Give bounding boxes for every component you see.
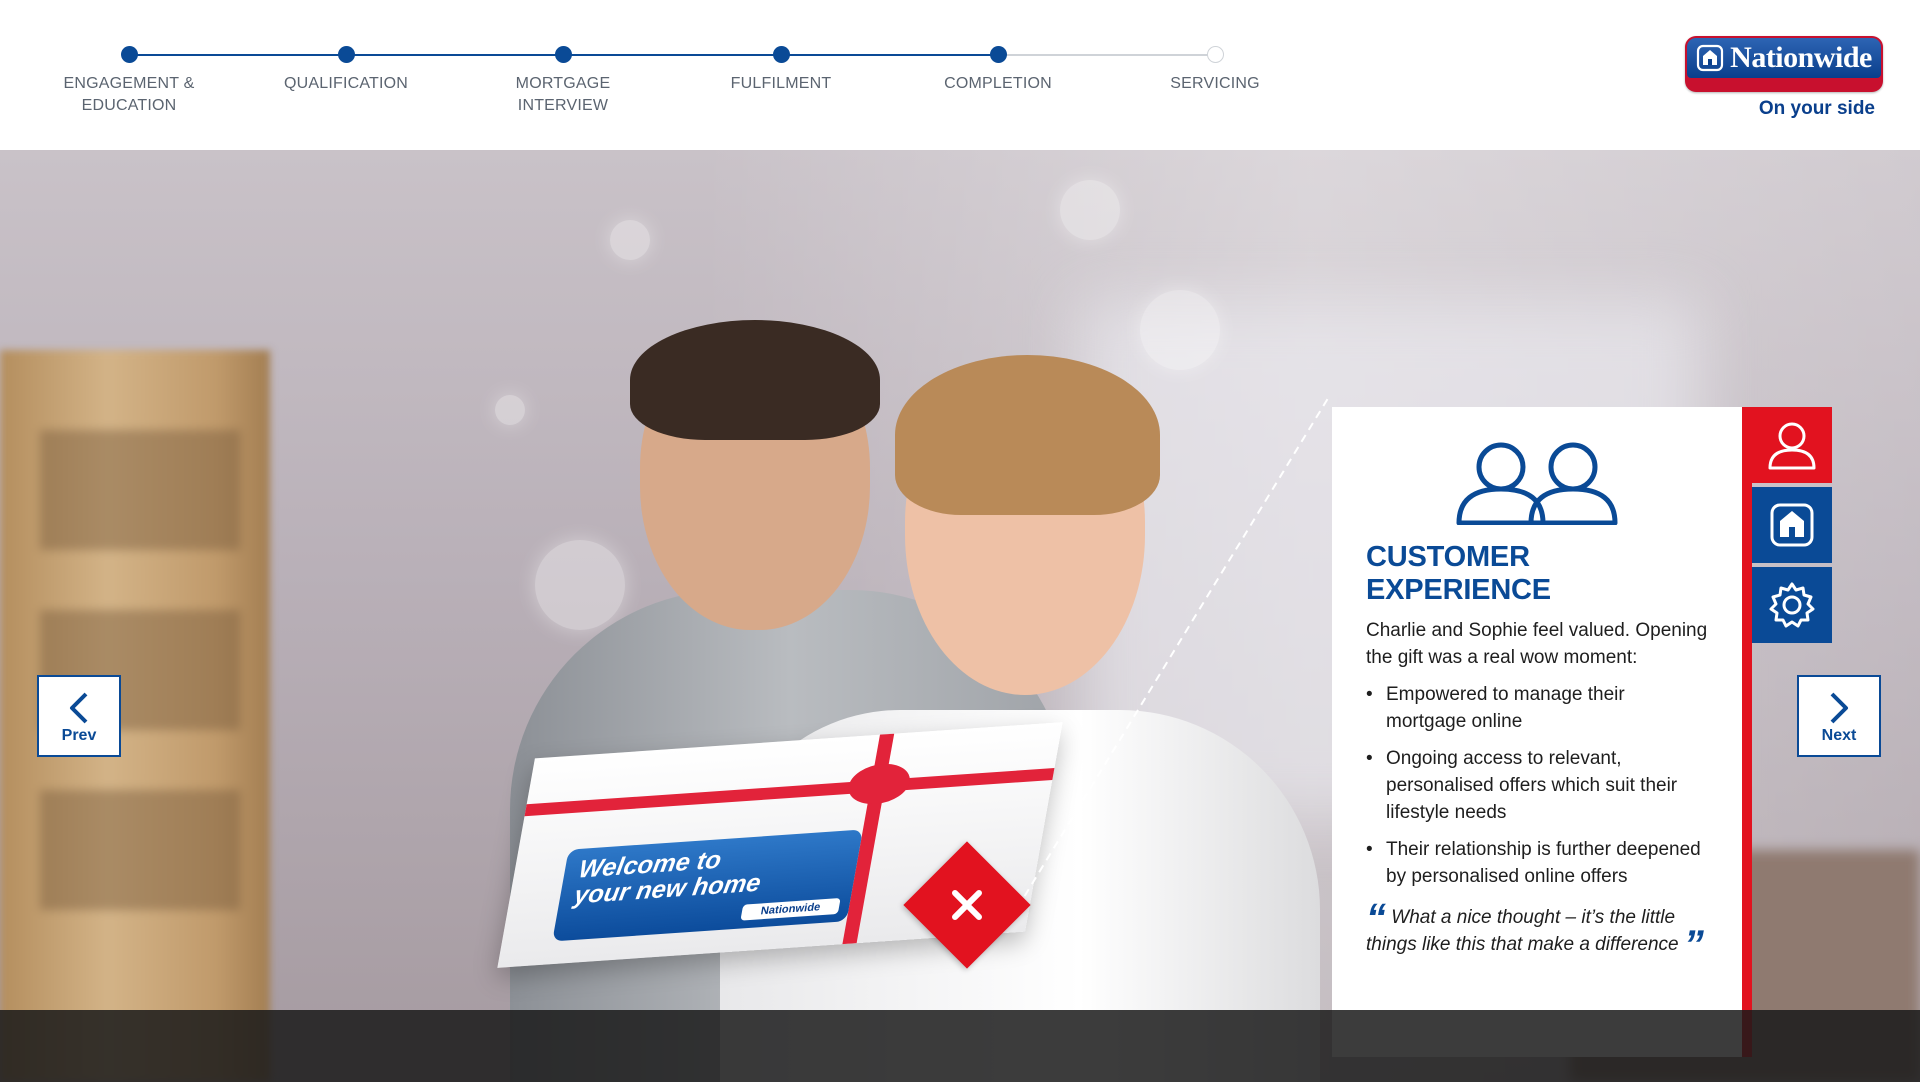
quote-text: What a nice thought – it’s the little th… [1366,907,1679,955]
step-dot [337,46,355,63]
next-label: Next [1821,727,1857,744]
two-people-icon [1456,442,1618,525]
step-dot [772,46,790,63]
bokeh-light [535,540,625,630]
step-label: MORTGAGE INTERVIEW [515,75,611,114]
panel-tabs [1752,407,1832,647]
chevron-right-icon [1830,692,1848,724]
panel-title: CUSTOMER EXPERIENCE [1366,541,1551,606]
close-quote-icon: ” [1683,923,1704,967]
bokeh-light [1140,290,1220,370]
step-qualification[interactable]: QUALIFICATION [246,46,446,95]
step-dot [120,46,138,63]
panel-intro: Charlie and Sophie feel valued. Opening … [1366,620,1708,668]
panel-bullet-list: Empowered to manage their mortgage onlin… [1366,681,1708,890]
brand-tagline: On your side [1758,98,1875,119]
prev-label: Prev [61,727,97,744]
person-icon [1768,422,1816,470]
list-item: Their relationship is further deepened b… [1366,836,1708,890]
tab-customer[interactable] [1752,407,1832,483]
journey-progress: ENGAGEMENT & EDUCATION QUALIFICATION MORT… [0,0,1400,150]
bokeh-light [610,220,650,260]
panel-quote: “ What a nice thought – it’s the little … [1366,898,1708,965]
nationwide-building-icon [1697,44,1724,72]
brand-logo[interactable]: Nationwide On your side [1685,36,1883,120]
ribbon-bow [845,761,914,807]
chevron-left-icon [70,692,88,724]
bokeh-light [495,395,525,425]
welcome-card: Welcome to your new home Nationwide [552,829,863,942]
step-dot [989,46,1007,63]
bokeh-light [1060,180,1120,240]
step-label: FULFILMENT [730,75,832,92]
tab-nationwide[interactable] [1752,487,1832,563]
next-button[interactable]: Next [1797,675,1881,757]
header: ENGAGEMENT & EDUCATION QUALIFICATION MORT… [0,0,1920,150]
hero-scene: Welcome to your new home Nationwide CUST… [0,150,1920,1082]
nationwide-building-icon [1770,503,1814,547]
gear-icon [1769,582,1815,628]
step-label: ENGAGEMENT & EDUCATION [63,75,195,114]
tab-settings[interactable] [1752,567,1832,643]
brand-name: Nationwide [1730,41,1872,74]
prev-button[interactable]: Prev [37,675,121,757]
list-item: Ongoing access to relevant, personalised… [1366,745,1708,826]
step-label: COMPLETION [944,75,1052,92]
step-servicing[interactable]: SERVICING [1115,46,1315,95]
bottom-bar [0,1010,1920,1082]
step-label: QUALIFICATION [283,75,409,92]
customer-experience-panel: CUSTOMER EXPERIENCE Charlie and Sophie f… [1332,407,1752,1057]
list-item: Empowered to manage their mortgage onlin… [1366,681,1708,735]
step-mortgage-interview[interactable]: MORTGAGE INTERVIEW [463,46,663,117]
step-dot [554,46,572,63]
welcome-card-logo: Nationwide [740,897,841,921]
step-completion[interactable]: COMPLETION [898,46,1098,95]
step-engagement-education[interactable]: ENGAGEMENT & EDUCATION [29,46,229,117]
step-label: SERVICING [1170,75,1260,92]
nationwide-logo: Nationwide [1685,36,1883,92]
close-icon [952,890,982,920]
step-dot-pending [1206,46,1224,63]
step-fulfilment[interactable]: FULFILMENT [681,46,881,95]
